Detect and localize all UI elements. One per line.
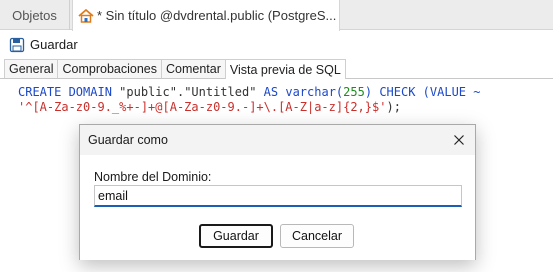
sql-as: AS	[263, 85, 279, 99]
dialog-save-button[interactable]: Guardar	[199, 224, 273, 248]
editor-subtabs: General Comprobaciones Comentar Vista pr…	[0, 59, 553, 79]
tab-domain-editor[interactable]: * Sin título @dvdrental.public (PostgreS…	[72, 0, 340, 31]
domain-name-label: Nombre del Dominio:	[94, 170, 212, 184]
sql-type: varchar(	[285, 85, 344, 99]
sql-preview: CREATE DOMAIN "public"."Untitled" AS var…	[18, 85, 480, 115]
close-icon[interactable]	[447, 128, 471, 152]
tab-objects-label: Objetos	[12, 7, 57, 23]
tab-domain-editor-label: * Sin título @dvdrental.public (PostgreS…	[97, 8, 337, 23]
save-as-dialog: Guardar como Nombre del Dominio: Guardar…	[79, 124, 476, 260]
domain-name-input[interactable]	[94, 185, 462, 207]
save-button-label: Guardar	[30, 37, 78, 52]
sql-create-domain: CREATE DOMAIN	[18, 85, 112, 99]
sql-length: 255	[343, 85, 365, 99]
tab-objects[interactable]: Objetos	[0, 0, 70, 30]
tab-checks[interactable]: Comprobaciones	[57, 59, 162, 78]
tab-sql-preview[interactable]: Vista previa de SQL	[224, 59, 346, 79]
sql-domain-name: "Untitled"	[184, 85, 257, 99]
tab-comment[interactable]: Comentar	[160, 59, 226, 78]
sql-check: CHECK	[379, 85, 416, 99]
document-tab-bar: Objetos * Sin título @dvdrental.public (…	[0, 0, 553, 31]
sql-regex: '^[A-Za-z0-9._%+-]+@[A-Za-z0-9.-]+\.[A-Z…	[18, 100, 387, 114]
dialog-cancel-button[interactable]: Cancelar	[280, 224, 354, 248]
sql-terminator: );	[386, 100, 401, 114]
tab-general[interactable]: General	[4, 59, 59, 78]
dialog-title: Guardar como	[88, 133, 168, 147]
dialog-titlebar: Guardar como	[80, 125, 475, 155]
domain-home-icon	[77, 7, 95, 25]
sql-type-close: )	[364, 85, 373, 99]
sql-value: (VALUE ~	[422, 85, 481, 99]
toolbar: Guardar	[0, 30, 553, 59]
save-button[interactable]: Guardar	[6, 34, 81, 56]
sql-schema: "public"	[119, 85, 177, 99]
save-icon	[9, 37, 25, 53]
dialog-body: Nombre del Dominio: Guardar Cancelar	[80, 155, 475, 260]
